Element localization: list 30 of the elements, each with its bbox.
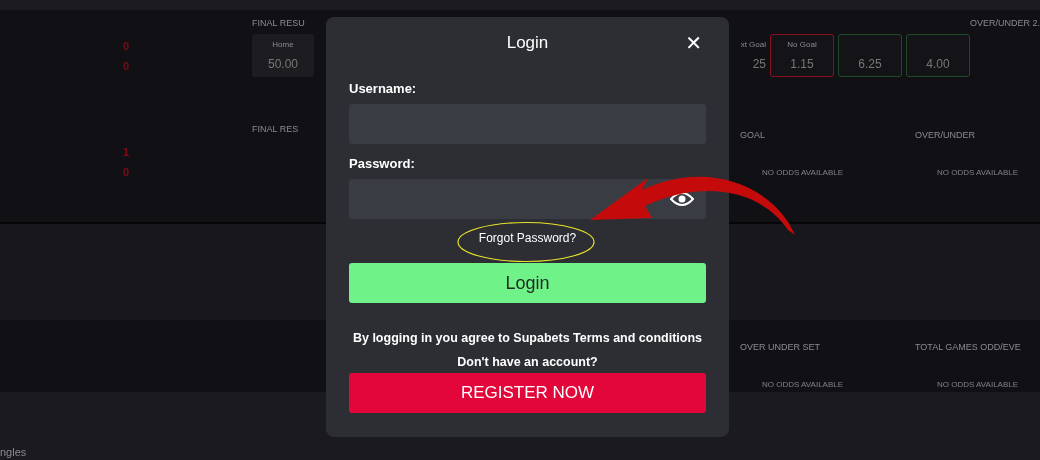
section-label: ngles [0,446,27,458]
score: 0 [122,166,130,178]
no-odds-text: NO ODDS AVAILABLE [761,380,844,389]
market-header: TOTAL GAMES ODD/EVE [915,342,1021,352]
signup-prompt: Don't have an account? [457,355,598,369]
score: 0 [122,40,130,52]
market-header: FINAL RESU [252,18,306,28]
field-label: Username: [349,81,418,96]
eye-icon[interactable] [670,191,694,207]
odds-card[interactable]: No Goal 1.15 [770,34,834,77]
market-header: FINAL RES [252,124,300,134]
market-header: OVER UNDER SET [740,342,820,352]
register-button[interactable]: REGISTER NOW [349,373,706,413]
no-odds-text: NO ODDS AVAILABLE [761,168,844,177]
login-button[interactable]: Login [349,263,706,303]
score: 0 [122,60,130,72]
terms-text: By logging in you agree to Supabets Terms and conditions [351,331,704,345]
close-button[interactable]: ✕ [681,31,706,55]
market-header: OVER/UNDER 2. [970,18,1040,28]
dialog-title: Login [506,33,549,53]
score: 1 [122,146,130,158]
odds-card[interactable]: Home 50.00 [252,34,314,77]
odds-card[interactable]: xt Goal 25 [730,34,766,77]
field-label: Password: [349,156,416,171]
no-odds-text: NO ODDS AVAILABLE [936,380,1019,389]
market-header: GOAL [740,130,765,140]
no-odds-text: NO ODDS AVAILABLE [936,168,1019,177]
odds-card[interactable]: 4.00 [906,34,970,77]
odds-card[interactable]: 6.25 [838,34,902,77]
market-header: OVER/UNDER [915,130,975,140]
